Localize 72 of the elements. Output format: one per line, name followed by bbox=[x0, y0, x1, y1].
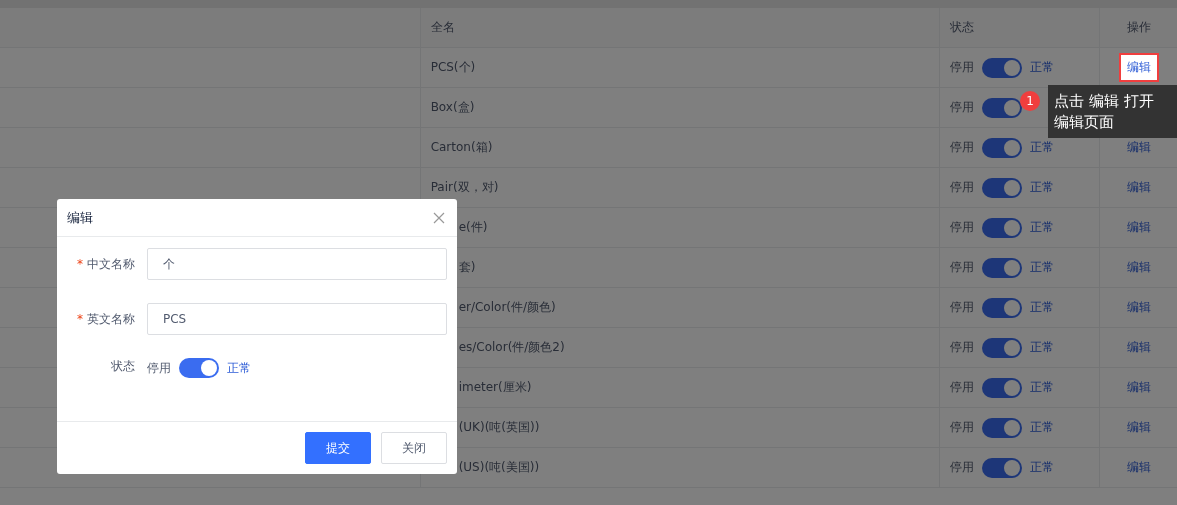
status-label: 正常 bbox=[1030, 219, 1055, 236]
tooltip-text: 编辑页面 bbox=[1054, 112, 1115, 133]
status-label: 停用 bbox=[147, 359, 171, 377]
status-label: 正常 bbox=[1030, 419, 1055, 436]
status-label: 停用 bbox=[950, 379, 975, 396]
table-cell: Pair(双，对) bbox=[430, 179, 499, 196]
required-mark: * bbox=[77, 256, 83, 271]
status-label: 停用 bbox=[950, 99, 975, 116]
column-header: 操作 bbox=[1126, 19, 1151, 36]
tooltip-text: 点击 编辑 打开 bbox=[1054, 91, 1155, 112]
edit-link[interactable]: 编辑 bbox=[1118, 373, 1159, 402]
table-cell: 套) bbox=[458, 259, 476, 276]
toggle-switch[interactable] bbox=[982, 337, 1023, 358]
status-label: 停用 bbox=[950, 179, 975, 196]
close-button[interactable]: 关闭 bbox=[381, 432, 447, 464]
toggle-switch[interactable] bbox=[982, 377, 1023, 398]
input-field[interactable]: PCS bbox=[147, 303, 447, 335]
status-label: 正常 bbox=[1030, 299, 1055, 316]
step-badge: 1 bbox=[1020, 91, 1040, 111]
status-label: 正常 bbox=[1030, 339, 1055, 356]
status-label: 正常 bbox=[1030, 139, 1055, 156]
status-label: 停用 bbox=[950, 339, 975, 356]
field-label: 状态 bbox=[111, 359, 135, 373]
edit-link[interactable]: 编辑 bbox=[1118, 333, 1159, 362]
status-label: 停用 bbox=[950, 259, 975, 276]
table-cell: imeter(厘米) bbox=[458, 379, 532, 396]
table-cell: (UK)(吨(英国)) bbox=[458, 419, 540, 436]
edit-link[interactable]: 编辑 bbox=[1118, 173, 1159, 202]
status-label: 正常 bbox=[1030, 459, 1055, 476]
status-label: 正常 bbox=[1030, 59, 1055, 76]
toggle-switch[interactable] bbox=[179, 358, 219, 378]
table-cell: Carton(箱) bbox=[430, 139, 493, 156]
submit-button[interactable]: 提交 bbox=[305, 432, 371, 464]
status-label: 停用 bbox=[950, 59, 975, 76]
status-label: 停用 bbox=[950, 459, 975, 476]
required-mark: * bbox=[77, 311, 83, 326]
table-cell: e(件) bbox=[458, 219, 488, 236]
column-header: 状态 bbox=[950, 19, 975, 36]
edit-link[interactable]: 编辑 bbox=[1118, 413, 1159, 442]
toggle-switch[interactable] bbox=[982, 297, 1023, 318]
status-label: 正常 bbox=[1030, 379, 1055, 396]
toggle-switch[interactable] bbox=[982, 217, 1023, 238]
table-cell: es/Color(件/颜色2) bbox=[458, 339, 565, 356]
close-icon[interactable] bbox=[433, 211, 445, 224]
input-field[interactable]: 个 bbox=[147, 248, 447, 280]
status-label: 正常 bbox=[227, 359, 251, 377]
field-label: 英文名称 bbox=[87, 311, 135, 326]
toggle-switch[interactable] bbox=[982, 97, 1023, 118]
dialog-title: 编辑 bbox=[67, 208, 93, 227]
edit-link[interactable]: 编辑 bbox=[1118, 53, 1159, 82]
status-label: 停用 bbox=[950, 219, 975, 236]
toggle-switch[interactable] bbox=[982, 417, 1023, 438]
field-label: 中文名称 bbox=[87, 256, 135, 271]
table-cell: PCS(个) bbox=[430, 59, 476, 76]
status-label: 正常 bbox=[1030, 259, 1055, 276]
edit-link[interactable]: 编辑 bbox=[1118, 213, 1159, 242]
toggle-switch[interactable] bbox=[982, 457, 1023, 478]
table-cell: er/Color(件/颜色) bbox=[458, 299, 556, 316]
edit-link[interactable]: 编辑 bbox=[1118, 253, 1159, 282]
toggle-switch[interactable] bbox=[982, 57, 1023, 78]
toggle-switch[interactable] bbox=[982, 177, 1023, 198]
table-cell: (US)(吨(美国)) bbox=[458, 459, 540, 476]
edit-link[interactable]: 编辑 bbox=[1118, 453, 1159, 482]
toggle-switch[interactable] bbox=[982, 137, 1023, 158]
status-label: 正常 bbox=[1030, 179, 1055, 196]
table-cell: Box(盒) bbox=[430, 99, 475, 116]
status-label: 停用 bbox=[950, 419, 975, 436]
status-label: 停用 bbox=[950, 299, 975, 316]
status-label: 停用 bbox=[950, 139, 975, 156]
edit-link[interactable]: 编辑 bbox=[1118, 293, 1159, 322]
column-header: 全名 bbox=[430, 19, 455, 36]
toggle-switch[interactable] bbox=[982, 257, 1023, 278]
